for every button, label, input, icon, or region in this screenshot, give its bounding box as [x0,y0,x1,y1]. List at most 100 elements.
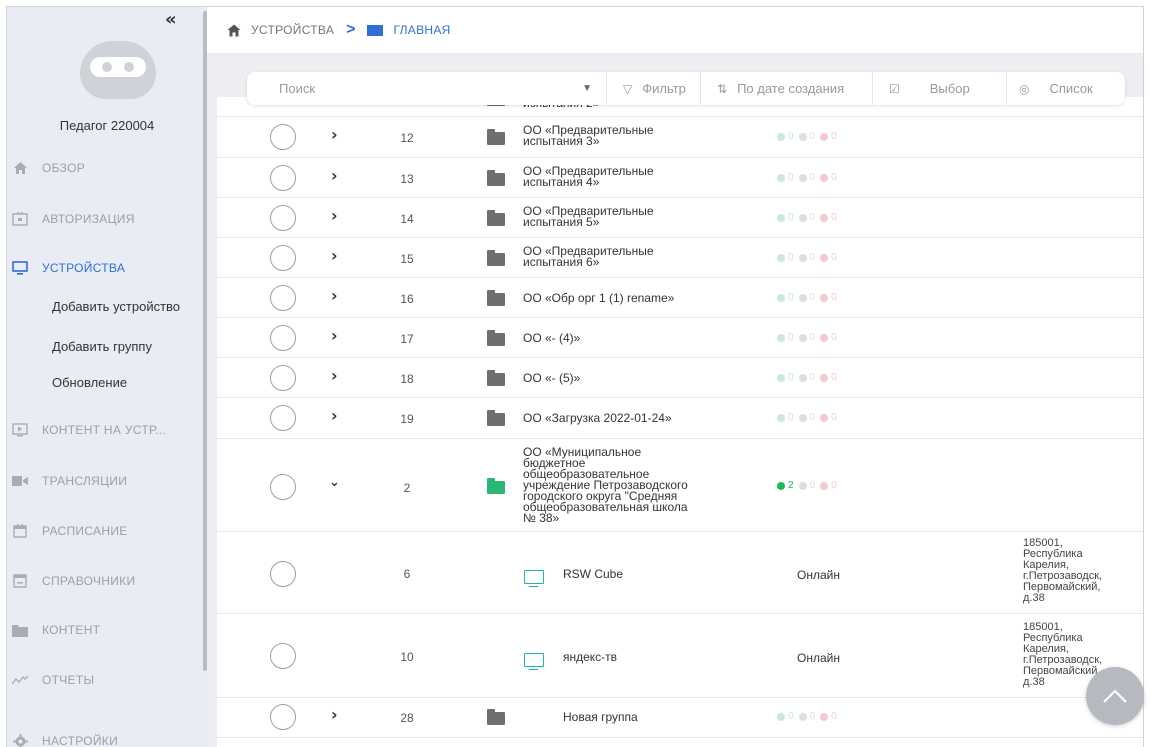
row-select-radio[interactable] [270,561,296,587]
sidebar-item-directories[interactable]: СПРАВОЧНИКИ [7,566,203,596]
sidebar-item-devices[interactable]: УСТРОЙСТВА [7,253,203,283]
sidebar-item-overview[interactable]: ОБЗОР [7,153,203,183]
row-select-radio[interactable] [270,124,296,150]
select-button[interactable]: ☑ Выбор [873,72,1007,105]
sidebar-subitem-add-group[interactable]: Добавить группу [52,339,152,354]
row-stats: 000 [777,212,842,223]
devices-table: › 11 испытания 2» 000 › 12 ОО «Предварит… [217,97,1143,747]
table-row[interactable]: › 17 ОО «- (4)» 000 [217,318,1143,358]
sidebar-item-content[interactable]: КОНТЕНТ [7,615,203,645]
chevron-right-icon[interactable]: › [331,705,338,724]
table-row-expanded[interactable]: ⌄ 2 ОО «Муниципальное бюджетное общеобразо… [217,439,1143,532]
avatar [80,41,156,99]
table-row[interactable]: › 14 ОО «Предварительные испытания 5» 000 [217,198,1143,238]
row-select-radio[interactable] [270,285,296,311]
table-row[interactable]: › 16 ОО «Обр орг 1 (1) rename» 000 [217,278,1143,318]
table-row[interactable]: › 19 ОО «Загрузка 2022-01-24» 000 [217,398,1143,439]
sidebar-item-content-on-device[interactable]: КОНТЕНТ НА УСТР... [7,415,203,445]
row-stats: 000 [777,332,842,343]
chevron-right-icon[interactable]: › [331,166,338,185]
chevron-up-icon [1103,689,1127,703]
table-row[interactable]: › 15 ОО «Предварительные испытания 6» 000 [217,238,1143,278]
folder-icon [487,250,505,266]
breadcrumb-devices[interactable]: УСТРОЙСТВА [251,23,334,37]
folder-icon [487,170,505,186]
folder-icon [487,478,505,494]
row-select-radio[interactable] [270,365,296,391]
breadcrumb-main[interactable]: ГЛАВНАЯ [393,23,450,37]
sort-button[interactable]: ⇅ По дате создания [701,72,873,105]
home-icon[interactable] [227,24,241,37]
sidebar-item-label: КОНТЕНТ [42,623,101,637]
main-area: УСТРОЙСТВА > ГЛАВНАЯ Поиск ▼ ▽ Фильтр ⇅ … [207,7,1143,747]
row-stats: 000 [777,252,842,263]
row-select-radio[interactable] [270,643,296,669]
scroll-to-top-button[interactable] [1086,667,1144,725]
collapse-sidebar-button[interactable]: « [165,9,177,30]
table-row[interactable]: › 18 ОО «- (5)» 000 [217,358,1143,398]
sidebar-item-label: ОТЧЕТЫ [42,673,95,687]
view-button[interactable]: ◎ Список [1007,72,1125,105]
tv-icon [524,570,544,587]
row-select-radio[interactable] [270,704,296,730]
monitor-icon [12,260,28,276]
table-row[interactable]: › 13 ОО «Предварительные испытания 4» 000 [217,158,1143,198]
row-name: ОО «Предварительные испытания 3» [523,123,654,148]
row-id: 12 [400,131,414,145]
sidebar-item-label: ТРАНСЛЯЦИИ [42,474,128,488]
folder-icon [487,370,505,386]
row-name: ОО «Обр орг 1 (1) rename» [523,291,675,305]
gear-icon [12,733,28,747]
sidebar-item-broadcasts[interactable]: ТРАНСЛЯЦИИ [7,466,203,496]
dropdown-caret-icon[interactable]: ▼ [582,83,592,94]
folder-icon [487,210,505,226]
checklist-icon: ☑ [889,81,900,96]
row-select-radio[interactable] [270,405,296,431]
eye-icon: ◎ [1019,81,1030,96]
sidebar-item-schedule[interactable]: РАСПИСАНИЕ [7,516,203,546]
row-stats: 000 [777,711,842,722]
chevron-right-icon[interactable]: › [331,406,338,425]
row-select-radio[interactable] [270,165,296,191]
row-stats: 000 [777,172,842,183]
sidebar-subitem-update[interactable]: Обновление [52,375,127,390]
tv-login-icon [12,211,28,227]
row-stats: 200 [777,480,842,491]
row-stats: 000 [777,372,842,383]
view-label: Список [1049,81,1093,96]
chevron-right-icon[interactable]: › [331,366,338,385]
chevron-right-icon[interactable]: › [331,125,338,144]
table-row[interactable]: › 12 ОО «Предварительные испытания 3» 000 [217,117,1143,158]
chevron-right-icon[interactable]: › [331,326,338,345]
device-row[interactable]: 6 RSW Cube Онлайн 185001, Республика Карел… [217,532,1143,614]
row-id: 19 [400,412,414,426]
row-select-radio[interactable] [270,245,296,271]
device-address: 185001, Республика Карелия, г.Петрозаводск,… [1023,537,1103,604]
row-select-radio[interactable] [270,325,296,351]
folder-icon [487,410,505,426]
home-icon [12,160,28,176]
chevron-right-icon[interactable]: › [331,246,338,265]
row-id: 13 [400,172,414,186]
chevron-down-icon[interactable]: ⌄ [329,475,340,490]
sidebar-item-settings[interactable]: НАСТРОЙКИ [7,726,203,747]
device-row[interactable]: 10 яндекс-тв Онлайн 185001, Республика Кар… [217,614,1143,698]
row-select-radio[interactable] [270,474,296,500]
sidebar-item-label: СПРАВОЧНИКИ [42,574,136,588]
chevron-right-icon[interactable]: › [331,206,338,225]
row-id: 16 [400,292,414,306]
filter-button[interactable]: ▽ Фильтр [607,72,701,105]
sidebar-subitem-add-device[interactable]: Добавить устройство [52,299,180,314]
row-id: 15 [400,252,414,266]
chevron-right-icon[interactable]: › [331,286,338,305]
folder-icon [487,330,505,346]
row-stats: 000 [777,292,842,303]
video-camera-icon [12,473,28,489]
table-row[interactable]: › 28 Новая группа 000 [217,698,1143,738]
device-name: RSW Cube [563,567,624,581]
search-input[interactable]: Поиск ▼ [247,72,607,105]
sidebar-item-reports[interactable]: ОТЧЕТЫ [7,665,203,695]
row-select-radio[interactable] [270,205,296,231]
sidebar-item-authorization[interactable]: АВТОРИЗАЦИЯ [7,204,203,234]
row-stats: 000 [777,131,842,142]
